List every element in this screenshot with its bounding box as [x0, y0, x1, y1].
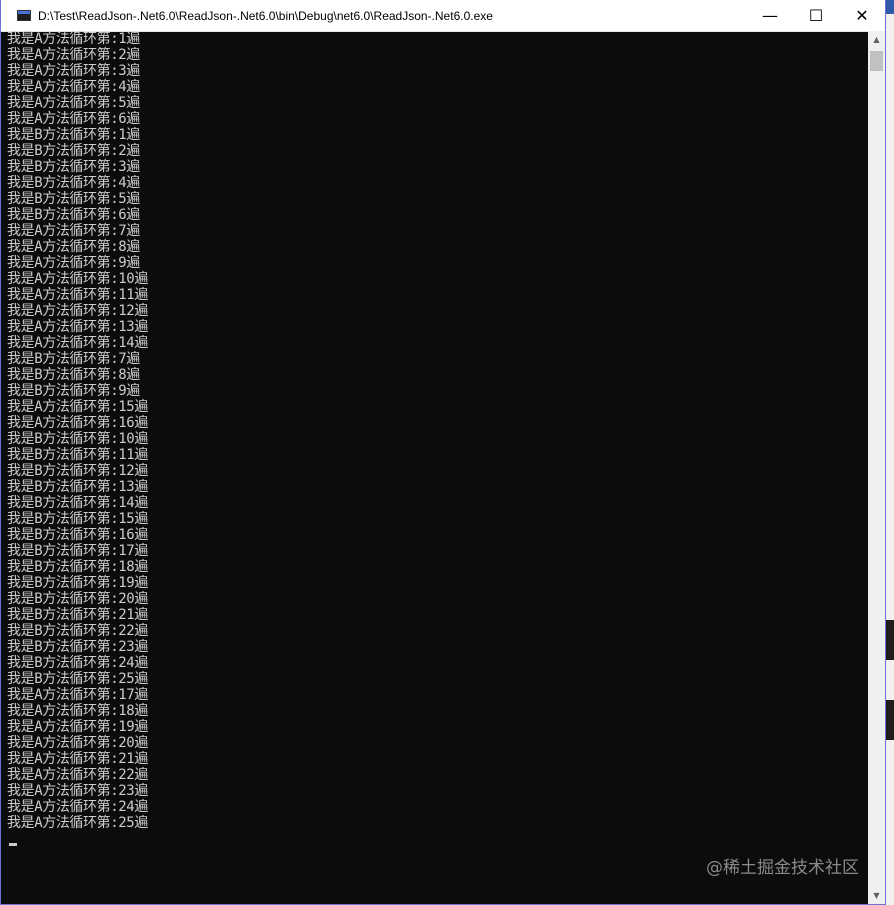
console-line: 我是B方法循环第:2遍 [7, 143, 140, 159]
console-line: 我是A方法循环第:8遍 [7, 239, 140, 255]
console-line: 我是A方法循环第:4遍 [7, 79, 140, 95]
background-title-strip [885, 0, 894, 14]
console-line: 我是A方法循环第:15遍 [7, 399, 148, 415]
maximize-button[interactable]: ☐ [793, 0, 839, 31]
console-line: 我是B方法循环第:25遍 [7, 671, 148, 687]
console-line: 我是A方法循环第:6遍 [7, 111, 140, 127]
console-line: 我是A方法循环第:10遍 [7, 271, 148, 287]
console-line: 我是B方法循环第:11遍 [7, 447, 148, 463]
console-line: 我是A方法循环第:14遍 [7, 335, 148, 351]
console-output[interactable]: 我是A方法循环第:1遍 我是A方法循环第:2遍 我是A方法循环第:3遍 我是A方法循环… [7, 31, 869, 901]
console-line: 我是B方法循环第:9遍 [7, 383, 140, 399]
console-line: 我是A方法循环第:13遍 [7, 319, 148, 335]
console-line: 我是B方法循环第:24遍 [7, 655, 148, 671]
console-line: 我是B方法循环第:19遍 [7, 575, 148, 591]
console-line: 我是A方法循环第:19遍 [7, 719, 148, 735]
vertical-scrollbar[interactable]: ▲ ▼ [868, 31, 885, 904]
console-line: 我是B方法循环第:22遍 [7, 623, 148, 639]
text-cursor [9, 843, 17, 846]
background-editor-strip [885, 620, 894, 660]
console-line: 我是B方法循环第:6遍 [7, 207, 140, 223]
console-line: 我是A方法循环第:12遍 [7, 303, 148, 319]
console-line: 我是A方法循环第:25遍 [7, 815, 148, 831]
console-line: 我是A方法循环第:21遍 [7, 751, 148, 767]
console-line: 我是A方法循环第:17遍 [7, 687, 148, 703]
console-line: 我是B方法循环第:5遍 [7, 191, 140, 207]
title-bar[interactable]: D:\Test\ReadJson-.Net6.0\ReadJson-.Net6.… [1, 0, 885, 32]
console-line: 我是A方法循环第:1遍 [7, 31, 140, 47]
console-line: 我是B方法循环第:21遍 [7, 607, 148, 623]
console-line: 我是A方法循环第:16遍 [7, 415, 148, 431]
console-line: 我是A方法循环第:2遍 [7, 47, 140, 63]
console-line: 我是B方法循环第:3遍 [7, 159, 140, 175]
console-line: 我是B方法循环第:20遍 [7, 591, 148, 607]
console-line: 我是A方法循环第:18遍 [7, 703, 148, 719]
scroll-up-icon[interactable]: ▲ [868, 31, 885, 48]
console-line: 我是B方法循环第:10遍 [7, 431, 148, 447]
scroll-thumb[interactable] [870, 51, 883, 71]
console-line: 我是A方法循环第:20遍 [7, 735, 148, 751]
close-button[interactable]: ✕ [839, 0, 885, 31]
console-line: 我是B方法循环第:4遍 [7, 175, 140, 191]
window-title: D:\Test\ReadJson-.Net6.0\ReadJson-.Net6.… [38, 8, 493, 23]
console-line: 我是A方法循环第:9遍 [7, 255, 140, 271]
scroll-down-icon[interactable]: ▼ [868, 887, 885, 904]
background-editor-strip [885, 700, 894, 740]
watermark: @稀土掘金技术社区 [706, 858, 859, 878]
console-line: 我是B方法循环第:17遍 [7, 543, 148, 559]
window-controls: — ☐ ✕ [747, 0, 885, 31]
console-line: 我是B方法循环第:12遍 [7, 463, 148, 479]
console-icon [17, 10, 31, 21]
console-window: D:\Test\ReadJson-.Net6.0\ReadJson-.Net6.… [0, 0, 886, 905]
console-line: 我是A方法循环第:11遍 [7, 287, 148, 303]
console-line: 我是A方法循环第:3遍 [7, 63, 140, 79]
minimize-button[interactable]: — [747, 0, 793, 31]
console-line: 我是B方法循环第:16遍 [7, 527, 148, 543]
console-line: 我是B方法循环第:13遍 [7, 479, 148, 495]
console-line: 我是B方法循环第:8遍 [7, 367, 140, 383]
console-line: 我是A方法循环第:23遍 [7, 783, 148, 799]
console-line: 我是A方法循环第:7遍 [7, 223, 140, 239]
background-window [885, 0, 894, 905]
console-line: 我是B方法循环第:23遍 [7, 639, 148, 655]
console-line: 我是B方法循环第:15遍 [7, 511, 148, 527]
console-line: 我是B方法循环第:14遍 [7, 495, 148, 511]
console-line: 我是A方法循环第:22遍 [7, 767, 148, 783]
console-line: 我是B方法循环第:18遍 [7, 559, 148, 575]
console-line: 我是B方法循环第:7遍 [7, 351, 140, 367]
console-line: 我是B方法循环第:1遍 [7, 127, 140, 143]
console-line: 我是A方法循环第:24遍 [7, 799, 148, 815]
console-line: 我是A方法循环第:5遍 [7, 95, 140, 111]
